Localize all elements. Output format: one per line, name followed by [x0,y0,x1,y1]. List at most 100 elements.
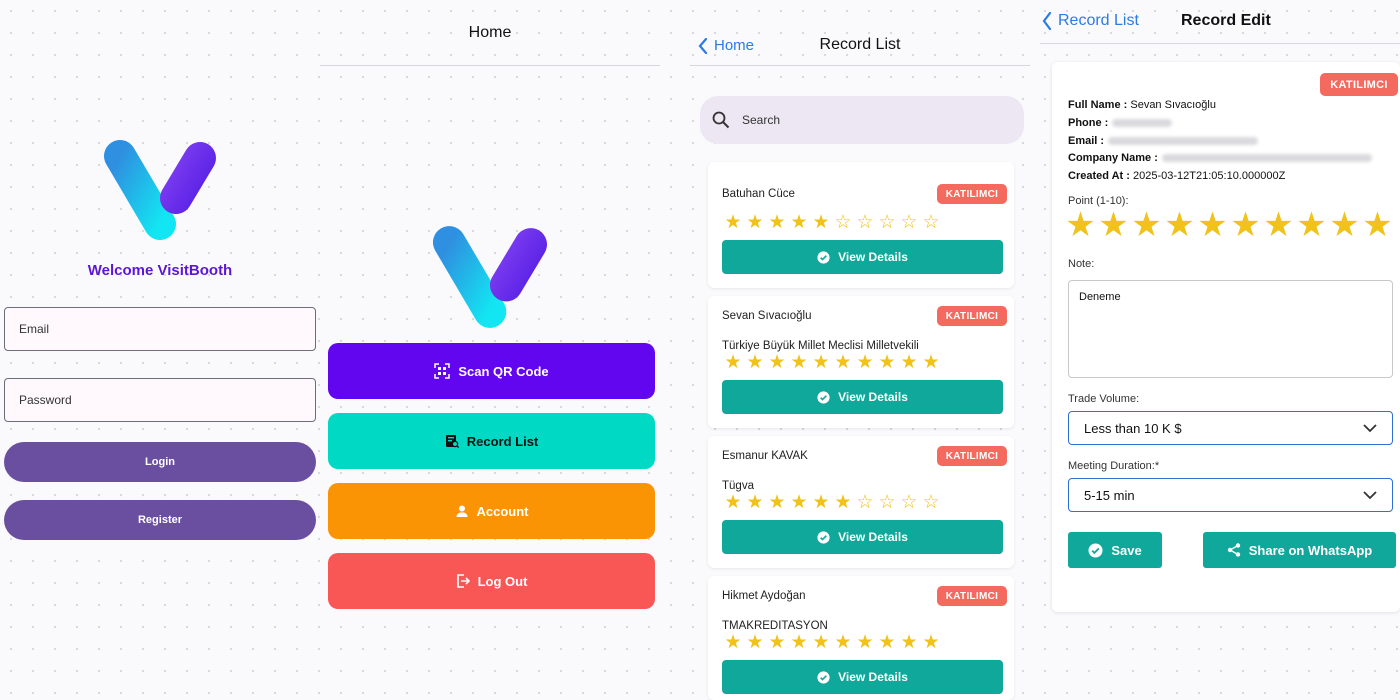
email-field[interactable]: Email [4,307,316,351]
phone-row: Phone : [1068,117,1173,129]
visitbooth-logo [432,226,547,328]
scan-qr-button[interactable]: Scan QR Code [328,343,655,399]
record-edit-screen: Record List Record Edit KATILIMCI Full N… [1040,0,1400,700]
full-name-value: Sevan Sıvacıoğlu [1130,99,1216,111]
save-label: Save [1111,542,1142,558]
star-filled-icon: ★ [922,352,940,373]
star-filled-icon[interactable]: ★ [1328,208,1361,242]
list-search-icon [445,434,459,448]
meeting-duration-select[interactable]: 5-15 min [1068,478,1393,512]
account-label: Account [476,503,529,519]
star-filled-icon: ★ [790,352,808,373]
login-screen: Welcome VisitBooth Email Password Login … [0,0,320,700]
qr-scan-icon [434,363,451,379]
record-card[interactable]: Sevan Sıvacıoğlu Türkiye Büyük Millet Mec… [708,296,1014,428]
note-label: Note: [1068,258,1095,270]
company-label: Company Name : [1068,152,1158,164]
record-edit-card: KATILIMCI Full Name : Sevan Sıvacıoğlu P… [1052,62,1400,612]
note-textarea[interactable]: Deneme [1068,280,1393,378]
star-empty-icon: ☆ [922,212,940,233]
created-label: Created At : [1068,170,1130,182]
record-card[interactable]: Batuhan Cüce KATILIMCI ★ ★ ★ ★ ★ ☆ ☆ ☆ ☆ ☆ View Deta… [708,162,1014,288]
star-empty-icon: ☆ [900,212,918,233]
star-filled-icon[interactable]: ★ [1229,208,1262,242]
star-filled-icon: ★ [856,352,874,373]
visitbooth-logo [104,140,216,240]
record-company: TMAKREDITASYON [722,620,828,632]
star-filled-icon[interactable]: ★ [1361,208,1394,242]
phone-label: Phone : [1068,117,1109,129]
account-button[interactable]: Account [328,483,655,539]
email-redacted [1108,137,1259,146]
scan-qr-label: Scan QR Code [458,363,549,379]
check-circle-icon [817,250,830,264]
email-label: Email : [1068,135,1105,147]
email-placeholder: Email [19,322,50,336]
star-filled-icon: ★ [746,632,764,653]
star-empty-icon: ☆ [878,212,896,233]
view-details-label: View Details [838,390,908,404]
star-filled-icon: ★ [746,212,764,233]
search-placeholder: Search [742,113,781,127]
star-filled-icon: ★ [834,352,852,373]
star-filled-icon[interactable]: ★ [1196,208,1229,242]
login-button[interactable]: Login [4,442,316,482]
register-button[interactable]: Register [4,500,316,540]
trade-volume-value: Less than 10 K $ [1084,420,1182,436]
share-whatsapp-button[interactable]: Share on WhatsApp [1203,532,1396,568]
star-filled-icon: ★ [768,632,786,653]
email-row: Email : [1068,135,1259,147]
star-filled-icon: ★ [746,352,764,373]
star-filled-icon[interactable]: ★ [1163,208,1196,242]
star-rating: ★ ★ ★ ★ ★ ★ ★ ★ ★ ★ [722,352,942,373]
star-rating: ★ ★ ★ ★ ★ ☆ ☆ ☆ ☆ ☆ [722,212,942,233]
view-details-button[interactable]: View Details [722,380,1003,414]
view-details-button[interactable]: View Details [722,520,1003,554]
record-list-button[interactable]: Record List [328,413,655,469]
view-details-button[interactable]: View Details [722,660,1003,694]
password-field[interactable]: Password [4,378,316,422]
record-list-header: Home Record List [690,0,1030,66]
chevron-left-icon [1042,12,1052,30]
chevron-left-icon [698,37,708,54]
record-name: Esmanur KAVAK [722,450,808,462]
note-value: Deneme [1079,291,1121,303]
share-label: Share on WhatsApp [1248,542,1373,558]
star-filled-icon[interactable]: ★ [1130,208,1163,242]
logout-icon [456,574,470,588]
star-filled-icon: ★ [834,632,852,653]
star-filled-icon: ★ [834,492,852,513]
view-details-label: View Details [838,670,908,684]
status-badge: KATILIMCI [937,446,1007,466]
home-header: Home [320,0,660,66]
star-filled-icon: ★ [768,352,786,373]
back-button[interactable]: Home [698,37,754,54]
save-button[interactable]: Save [1068,532,1162,568]
record-card[interactable]: Hikmet Aydoğan TMAKREDITASYON KATILIMCI ★ ★ ★… [708,576,1014,700]
record-card[interactable]: Esmanur KAVAK Tügva KATILIMCI ★ ★ ★ ★ ★ ★ ☆ ☆ ☆ ☆ Vie… [708,436,1014,568]
trade-volume-select[interactable]: Less than 10 K $ [1068,411,1393,445]
star-filled-icon: ★ [812,212,830,233]
full-name-row: Full Name : Sevan Sıvacıoğlu [1068,99,1216,111]
star-filled-icon[interactable]: ★ [1295,208,1328,242]
view-details-button[interactable]: View Details [722,240,1003,274]
logout-button[interactable]: Log Out [328,553,655,609]
record-name: Sevan Sıvacıoğlu [722,310,812,322]
person-icon [455,504,469,518]
star-filled-icon: ★ [724,212,742,233]
record-company: Türkiye Büyük Millet Meclisi Milletvekil… [722,340,919,352]
star-filled-icon: ★ [812,632,830,653]
record-list-label: Record List [466,433,539,449]
record-edit-header: Record List Record Edit [1040,0,1400,44]
back-button[interactable]: Record List [1042,12,1139,30]
star-empty-icon: ☆ [878,492,896,513]
star-filled-icon[interactable]: ★ [1262,208,1295,242]
star-empty-icon: ☆ [922,492,940,513]
back-label: Record List [1058,12,1139,29]
star-filled-icon: ★ [900,352,918,373]
star-filled-icon[interactable]: ★ [1064,208,1097,242]
star-filled-icon[interactable]: ★ [1097,208,1130,242]
meeting-duration-label: Meeting Duration:* [1068,460,1160,472]
point-rating[interactable]: ★ ★ ★ ★ ★ ★ ★ ★ ★ ★ [1064,208,1394,242]
search-input[interactable]: Search [700,96,1024,144]
